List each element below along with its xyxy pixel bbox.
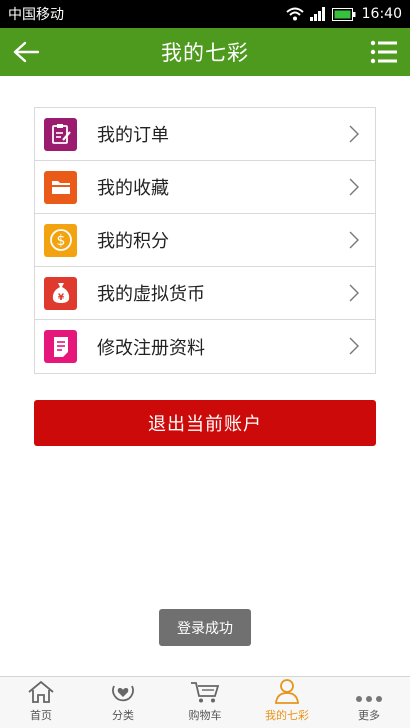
back-button[interactable]: [10, 37, 42, 67]
home-icon: [28, 680, 54, 703]
menu-item-virtual-currency[interactable]: ¥ 我的虚拟货币: [35, 267, 375, 320]
svg-text:$: $: [56, 233, 65, 249]
money-bag-icon: ¥: [44, 276, 77, 310]
menu-item-label: 我的收藏: [97, 178, 169, 199]
tab-label: 分类: [112, 709, 134, 722]
folder-icon: [44, 170, 77, 204]
user-icon: [275, 679, 299, 704]
tab-label: 更多: [358, 709, 380, 722]
status-indicators: 16:40: [285, 6, 402, 22]
list-menu-icon: [370, 40, 397, 64]
tab-label: 首页: [30, 709, 52, 722]
tab-category[interactable]: 分类: [82, 677, 164, 728]
logout-button[interactable]: 退出当前账户: [34, 400, 376, 446]
tab-home[interactable]: 首页: [0, 677, 82, 728]
chevron-right-icon: [349, 231, 359, 249]
page-title: 我的七彩: [161, 41, 249, 65]
menu-item-points[interactable]: $ 我的积分: [35, 214, 375, 267]
category-icon: [112, 685, 134, 702]
menu-item-label: 我的虚拟货币: [97, 284, 205, 305]
tab-label: 我的七彩: [265, 709, 309, 722]
tab-more[interactable]: 更多: [328, 677, 410, 728]
chevron-right-icon: [349, 178, 359, 196]
coin-icon: $: [44, 223, 77, 257]
tab-cart[interactable]: 购物车: [164, 677, 246, 728]
menu-item-favorites[interactable]: 我的收藏: [35, 161, 375, 214]
order-icon: [44, 117, 77, 151]
login-success-toast: 登录成功: [159, 609, 251, 646]
bottom-tab-bar: 首页 分类 购物车 我的七彩 更多: [0, 676, 410, 728]
back-arrow-icon: [13, 41, 39, 63]
app-header: 我的七彩: [0, 28, 410, 76]
tab-my-account[interactable]: 我的七彩: [246, 677, 328, 728]
account-menu-list: 我的订单 我的收藏 $ 我的积分 ¥ 我的虚拟货币 修改注册资料: [34, 107, 376, 374]
svg-text:¥: ¥: [57, 293, 64, 303]
list-menu-button[interactable]: [368, 37, 400, 67]
chevron-right-icon: [349, 337, 359, 355]
menu-item-label: 修改注册资料: [97, 337, 205, 359]
carrier-name: 中国移动: [8, 7, 64, 23]
more-icon: [356, 696, 382, 702]
battery-icon: [331, 7, 356, 21]
chevron-right-icon: [349, 284, 359, 302]
wifi-icon: [285, 7, 304, 21]
document-icon: [44, 330, 77, 363]
cart-icon: [191, 682, 220, 703]
clock-time: 16:40: [361, 6, 402, 22]
tab-label: 购物车: [188, 709, 222, 722]
status-bar: 中国移动 16:40: [0, 0, 410, 28]
menu-item-orders[interactable]: 我的订单: [35, 108, 375, 161]
signal-icon: [309, 7, 326, 21]
chevron-right-icon: [349, 125, 359, 143]
menu-item-edit-profile[interactable]: 修改注册资料: [35, 320, 375, 373]
menu-item-label: 我的积分: [97, 231, 169, 252]
menu-item-label: 我的订单: [97, 125, 169, 146]
